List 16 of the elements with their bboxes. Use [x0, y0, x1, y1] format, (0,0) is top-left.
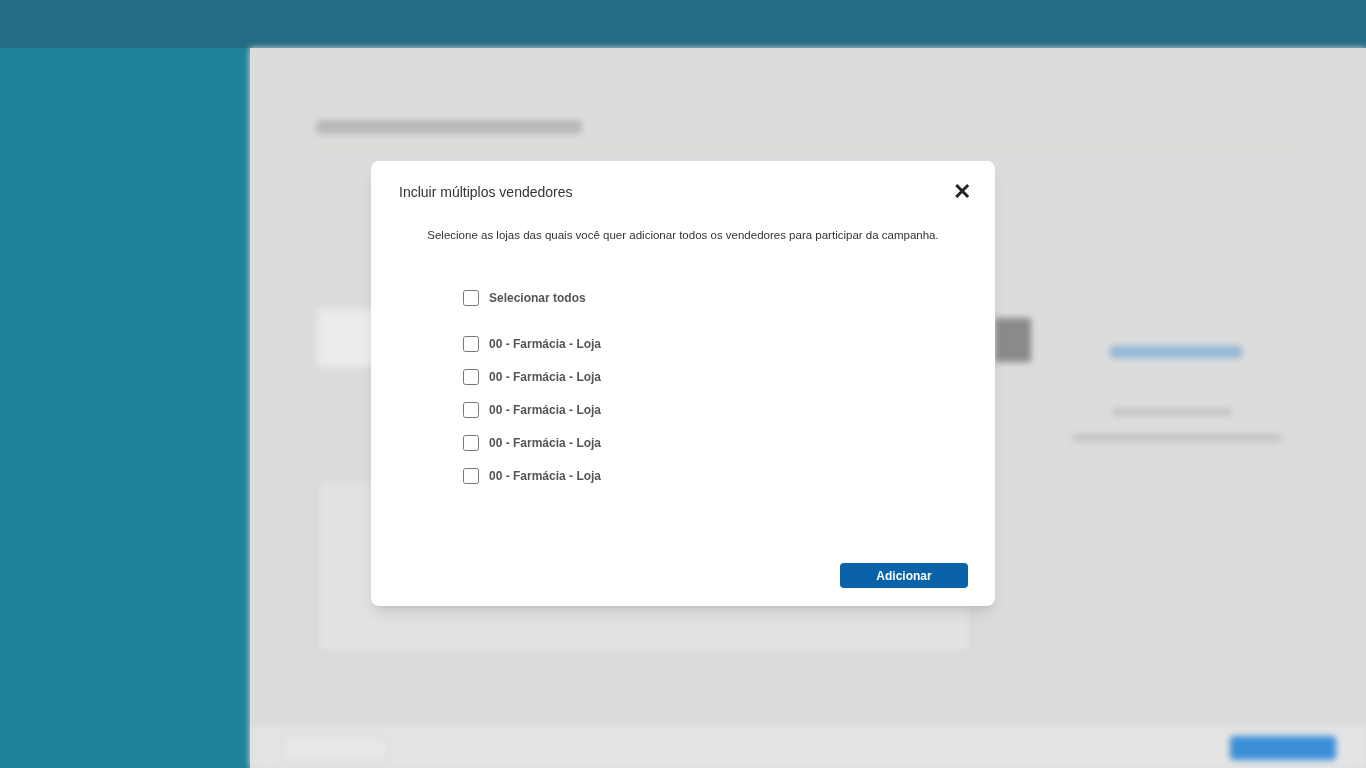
- checkbox[interactable]: [463, 336, 479, 353]
- checkbox[interactable]: [463, 402, 479, 419]
- checkbox[interactable]: [463, 435, 479, 452]
- checkbox-label: Selecionar todos: [489, 290, 586, 308]
- checkbox-label: 00 - Farmácia - Loja: [489, 468, 602, 486]
- checkbox-label: 00 - Farmácia - Loja: [489, 336, 602, 354]
- add-button[interactable]: Adicionar: [840, 563, 968, 588]
- checkbox-label: 00 - Farmácia - Loja: [489, 402, 602, 420]
- checkbox[interactable]: [463, 468, 479, 485]
- dialog-description: Selecione as lojas das quais você quer adicionar todos os vendedores para participar da campanha.: [426, 228, 940, 243]
- dialog-title: Incluir múltiplos vendedores: [399, 182, 573, 202]
- checkbox[interactable]: [463, 369, 479, 386]
- close-button[interactable]: ✕: [953, 181, 971, 203]
- checkbox[interactable]: [463, 290, 479, 307]
- checkbox-label: 00 - Farmácia - Loja: [489, 369, 602, 387]
- checkbox-label: 00 - Farmácia - Loja: [489, 435, 602, 453]
